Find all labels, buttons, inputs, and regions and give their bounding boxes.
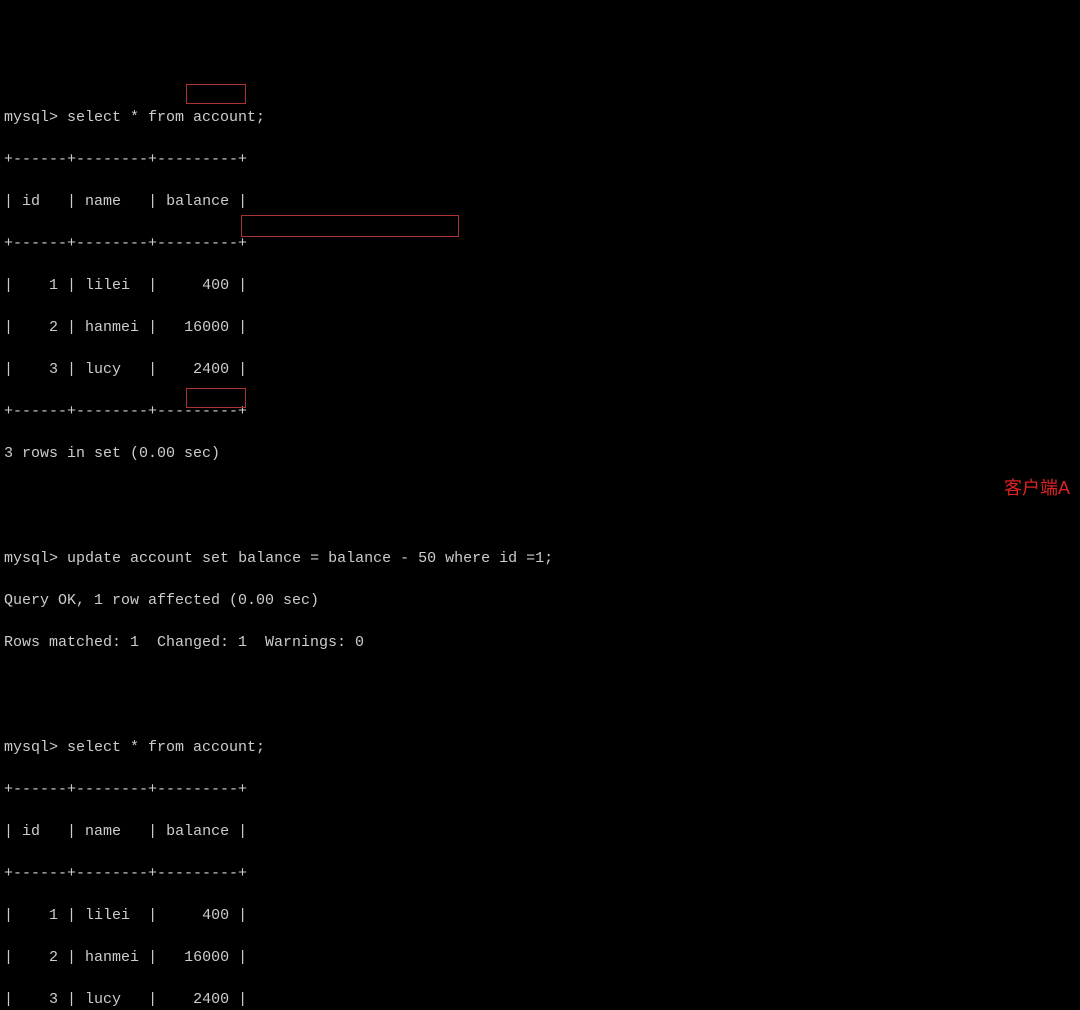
sql-select-1: select * from account; (67, 109, 265, 126)
table-row: | 3 | lucy | 2400 | (4, 359, 1076, 380)
table-border: +------+--------+---------+ (4, 149, 1076, 170)
table-header-row: | id | name | balance | (4, 191, 1076, 212)
terminal-line: mysql> select * from account; (4, 737, 1076, 758)
cell-name: lilei (85, 277, 130, 294)
cell-name: hanmei (85, 319, 139, 336)
mysql-prompt: mysql> (4, 739, 58, 756)
cell-balance: 400 (202, 907, 229, 924)
table-border: +------+--------+---------+ (4, 401, 1076, 422)
table-row: | 3 | lucy | 2400 | (4, 989, 1076, 1010)
cell-name: hanmei (85, 949, 139, 966)
result-summary: 3 rows in set (0.00 sec) (4, 443, 1076, 464)
table-border: +------+--------+---------+ (4, 863, 1076, 884)
client-label: 客户端A (1004, 478, 1070, 499)
blank-line (4, 485, 1076, 506)
cell-id: 2 (49, 949, 58, 966)
table-border: +------+--------+---------+ (4, 779, 1076, 800)
col-id: id (22, 823, 40, 840)
table-row: | 2 | hanmei | 16000 | (4, 947, 1076, 968)
sql-update-tail: where id =1; (445, 550, 553, 567)
update-result-line2: Rows matched: 1 Changed: 1 Warnings: 0 (4, 632, 1076, 653)
cell-name: lucy (85, 991, 121, 1008)
col-balance: balance (166, 193, 229, 210)
table-border: +------+--------+---------+ (4, 233, 1076, 254)
cell-id: 2 (49, 319, 58, 336)
sql-update-highlight: balance = balance - 50 (229, 550, 445, 567)
sql-update-head: update account set (67, 550, 229, 567)
col-id: id (22, 193, 40, 210)
table-row: | 1 | lilei | 400 | (4, 905, 1076, 926)
blank-line (4, 674, 1076, 695)
col-name: name (85, 823, 121, 840)
sql-select-2: select * from account; (67, 739, 265, 756)
cell-id: 1 (49, 907, 58, 924)
table-row: | 2 | hanmei | 16000 | (4, 317, 1076, 338)
highlight-box-balance-1 (186, 84, 246, 104)
cell-id: 1 (49, 277, 58, 294)
cell-id: 3 (49, 361, 58, 378)
table-row: | 1 | lilei | 400 | (4, 275, 1076, 296)
cell-balance: 2400 (193, 991, 229, 1008)
cell-balance: 16000 (184, 319, 229, 336)
cell-name: lilei (85, 907, 130, 924)
col-name: name (85, 193, 121, 210)
cell-balance: 2400 (193, 361, 229, 378)
terminal-line: mysql> update account set balance = bala… (4, 548, 1076, 569)
table-header-row: | id | name | balance | (4, 821, 1076, 842)
mysql-prompt: mysql> (4, 550, 58, 567)
cell-name: lucy (85, 361, 121, 378)
cell-id: 3 (49, 991, 58, 1008)
col-balance: balance (166, 823, 229, 840)
mysql-prompt: mysql> (4, 109, 58, 126)
cell-balance: 400 (202, 277, 229, 294)
update-result-line1: Query OK, 1 row affected (0.00 sec) (4, 590, 1076, 611)
terminal-line: mysql> select * from account; (4, 107, 1076, 128)
cell-balance: 16000 (184, 949, 229, 966)
